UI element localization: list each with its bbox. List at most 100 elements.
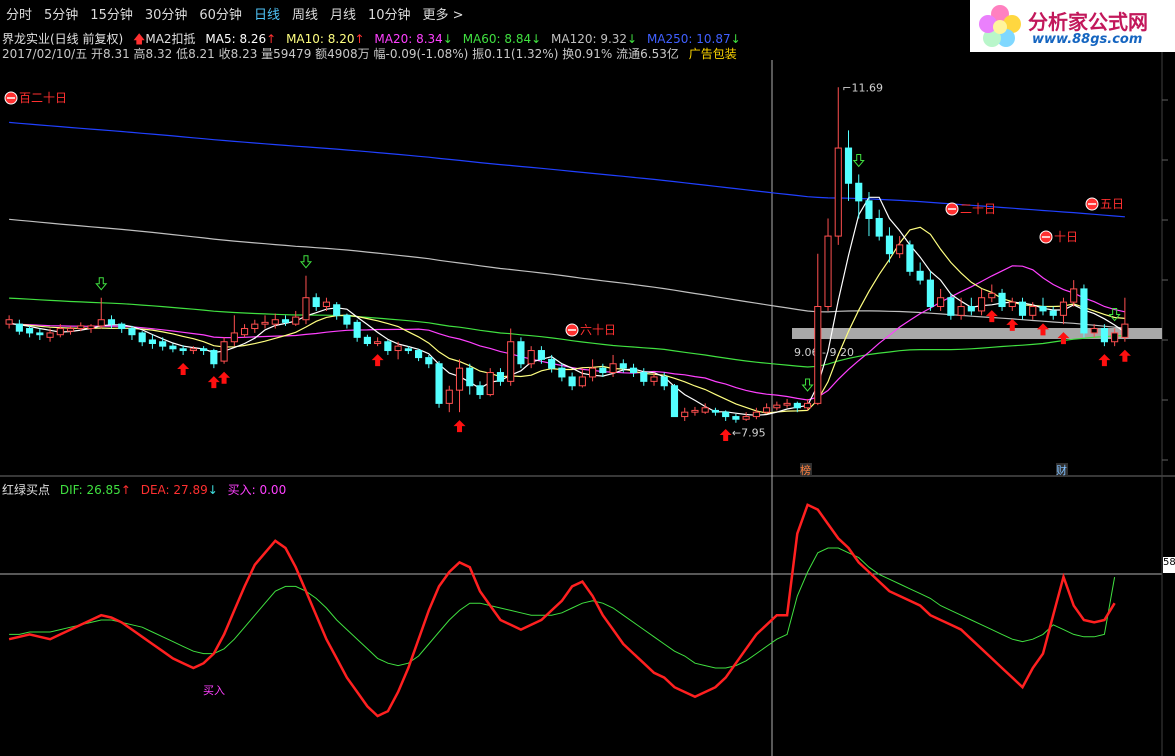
arrow-down-icon: ↓: [730, 32, 741, 46]
tab-0[interactable]: 分时: [0, 4, 38, 23]
candle-body: [896, 244, 904, 255]
arrow-down-icon: ↓: [442, 32, 453, 46]
candle-body: [363, 336, 371, 344]
candle-body: [220, 341, 228, 362]
tab-8[interactable]: 10分钟: [362, 4, 417, 23]
candle-body: [466, 367, 474, 387]
candle-body: [1029, 306, 1037, 316]
candle-body: [752, 411, 760, 418]
tab-3[interactable]: 30分钟: [139, 4, 194, 23]
candle-body: [210, 350, 218, 365]
tab-7[interactable]: 月线: [324, 4, 362, 23]
low-label: ←7.95: [732, 427, 766, 440]
candle-body: [947, 297, 955, 316]
badge-text: 五日: [1100, 197, 1124, 211]
tab-2[interactable]: 15分钟: [84, 4, 139, 23]
candle-body: [26, 328, 34, 334]
candle-body: [1049, 310, 1057, 316]
quote-text: 2017/02/10/五 开8.31 高8.32 低8.21 收8.23 量59…: [2, 47, 679, 61]
logo-title: 分析家公式网: [1028, 10, 1148, 34]
candle-body: [742, 416, 750, 420]
candle-body: [711, 409, 719, 413]
buy-arrow-icon: [1098, 354, 1111, 367]
candle-body: [1070, 288, 1078, 303]
badge-text: 六十日: [580, 323, 616, 337]
candle-body: [916, 270, 924, 281]
buy-arrow-icon: [1118, 349, 1131, 362]
badge-10: 十日: [1039, 230, 1078, 244]
ma10-line: [9, 226, 1125, 414]
tab-6[interactable]: 周线: [286, 4, 324, 23]
tab-4[interactable]: 60分钟: [193, 4, 248, 23]
high-label: ⌐11.69: [842, 81, 883, 94]
ma20-label: MA20: 8.34: [374, 32, 443, 46]
candle-body: [189, 348, 197, 352]
arrow-up-icon: ↑: [266, 32, 277, 46]
candle-body: [36, 332, 44, 336]
candle-body: [56, 328, 64, 336]
buy-arrow-icon: [218, 371, 231, 384]
candle-body: [558, 367, 566, 378]
candle-body: [701, 407, 709, 413]
candle-body: [783, 402, 791, 406]
candle-body: [988, 292, 996, 299]
candle-body: [159, 341, 167, 347]
candle-body: [97, 319, 105, 327]
buy-arrow-icon: [371, 354, 384, 367]
candle-body: [251, 323, 259, 330]
badge-text: 百二十日: [19, 91, 67, 105]
site-logo: 分析家公式网 www.88gs.com: [970, 0, 1175, 52]
candle-body: [814, 306, 822, 404]
buy-label: 买入: 0.00: [227, 483, 287, 497]
ma120-label: MA120: 9.32: [551, 32, 628, 46]
arrow-down-icon: ↓: [627, 32, 638, 46]
sell-arrow-icon: [801, 378, 814, 392]
candle-body: [5, 319, 13, 325]
candle-body: [66, 328, 75, 332]
candle-body: [46, 332, 54, 338]
dea-label: DEA: 27.89: [140, 483, 208, 497]
candle-body: [681, 411, 689, 418]
buy-arrow-icon: [453, 420, 466, 433]
logo-url: www.88gs.com: [1032, 32, 1143, 47]
flower-icon: [979, 5, 1021, 47]
candle-body: [978, 297, 986, 312]
dif-line: [8, 503, 1116, 718]
candle-body: [455, 367, 464, 391]
candle-body: [906, 244, 914, 272]
candle-body: [773, 404, 781, 409]
candle-body: [660, 376, 668, 387]
ma60-label: MA60: 8.84: [462, 32, 532, 46]
ma10-label: MA10: 8.20: [286, 32, 355, 46]
candle-body: [589, 367, 597, 378]
candle-body: [803, 402, 812, 409]
indicator-legend: 红绿买点 DIF: 26.85↑ DEA: 27.89↓ 买入: 0.00: [2, 481, 286, 498]
candle-body: [885, 235, 894, 255]
arrow-down-icon: ↓: [531, 32, 542, 46]
candle-body: [425, 357, 433, 365]
ad-link[interactable]: 广告包装: [689, 47, 737, 61]
candle-body: [118, 323, 126, 330]
candle-body: [855, 182, 863, 202]
candle-body: [640, 372, 648, 382]
candle-body: [87, 325, 95, 330]
sell-arrow-icon: [852, 153, 865, 168]
candle-body: [1059, 301, 1068, 316]
tab-1[interactable]: 5分钟: [38, 4, 84, 23]
candle-body: [548, 358, 556, 369]
candle-body: [312, 297, 320, 308]
arrow-up-icon: ↑: [354, 32, 365, 46]
buy-arrow-icon: [177, 362, 190, 375]
period-toolbar: 分时 5分钟 15分钟 30分钟 60分钟 日线 周线 月线 10分钟 更多 >: [0, 0, 960, 26]
tab-5[interactable]: 日线: [248, 4, 286, 23]
tab-9[interactable]: 更多 >: [417, 4, 470, 23]
candle-body: [650, 376, 658, 382]
candle-body: [384, 341, 392, 352]
sell-arrow-icon: [299, 255, 313, 269]
badge-text: 二十日: [960, 202, 996, 216]
candle-body: [568, 376, 576, 387]
candle-body: [415, 350, 423, 359]
candle-body: [271, 319, 279, 325]
candle-body: [1018, 301, 1027, 316]
candle-body: [793, 402, 801, 409]
